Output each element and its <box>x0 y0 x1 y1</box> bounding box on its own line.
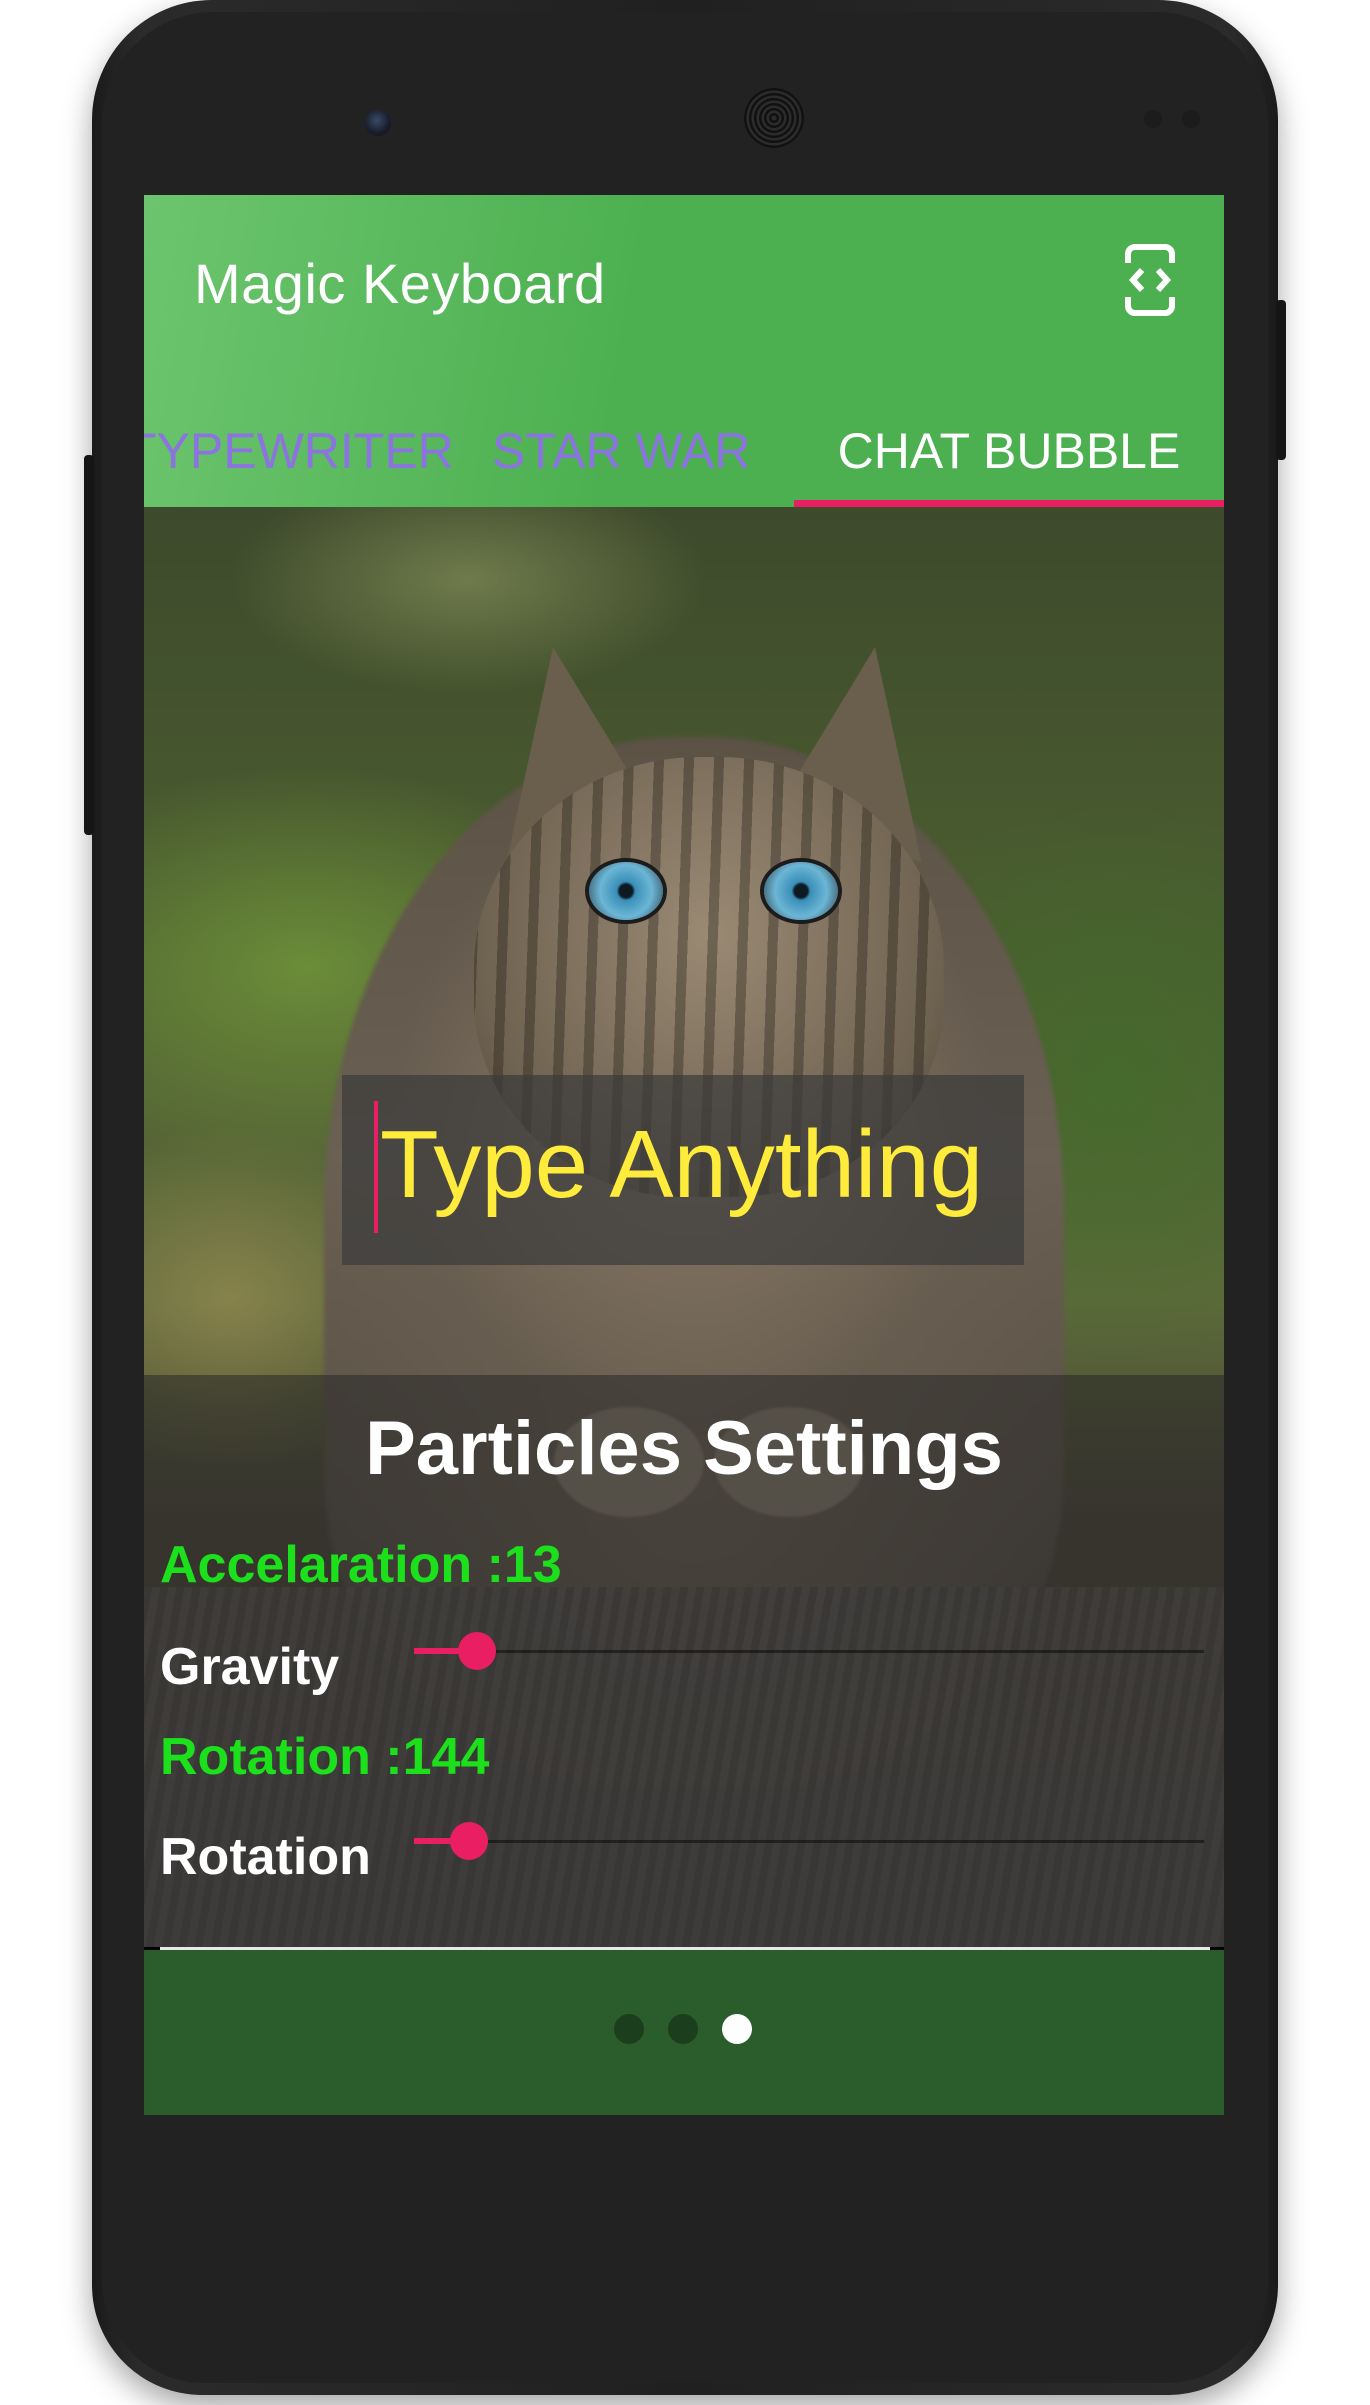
proximity-sensor <box>1144 110 1162 128</box>
particles-settings-panel: Particles Settings Accelaration :13 Grav… <box>144 1375 1224 1947</box>
code-view-icon[interactable] <box>1122 243 1178 317</box>
slider-track <box>414 1650 1204 1653</box>
gravity-slider[interactable] <box>414 1631 1204 1671</box>
tab-chat-bubble[interactable]: CHAT BUBBLE <box>794 395 1224 507</box>
front-camera <box>365 110 391 136</box>
acceleration-value: Accelaration :13 <box>160 1536 562 1594</box>
gravity-label: Gravity <box>160 1638 340 1696</box>
tab-star-war[interactable]: STAR WAR <box>492 395 750 507</box>
app-title: Magic Keyboard <box>194 252 606 315</box>
page-indicator-dot[interactable] <box>614 2014 644 2044</box>
tab-indicator <box>794 500 1224 507</box>
text-cursor <box>374 1101 378 1233</box>
volume-button <box>84 455 94 835</box>
power-button <box>1276 300 1286 460</box>
settings-title: Particles Settings <box>365 1406 1003 1491</box>
bottom-bar <box>144 1950 1224 2115</box>
slider-thumb[interactable] <box>458 1632 497 1670</box>
tab-bar: TYPEWRITER STAR WAR CHAT BUBBLE <box>144 395 1224 507</box>
type-input-box[interactable]: Type Anything <box>342 1075 1024 1265</box>
rotation-value: Rotation :144 <box>160 1728 490 1786</box>
slider-thumb[interactable] <box>450 1822 489 1860</box>
page-indicator-dot-active[interactable] <box>722 2014 752 2044</box>
page-indicator-dot[interactable] <box>668 2014 698 2044</box>
slider-track <box>414 1840 1204 1843</box>
phone-screen: Magic Keyboard TYPEWRITER STAR WAR CHAT … <box>144 195 1224 2115</box>
light-sensor <box>1182 110 1200 128</box>
kitten-eye <box>764 862 838 920</box>
tab-typewriter[interactable]: TYPEWRITER <box>144 395 454 507</box>
type-input-text[interactable]: Type Anything <box>380 1105 983 1225</box>
kitten-eye <box>589 862 663 920</box>
app-bar: Magic Keyboard TYPEWRITER STAR WAR CHAT … <box>144 195 1224 507</box>
earpiece-speaker <box>744 88 804 148</box>
rotation-slider[interactable] <box>414 1821 1204 1861</box>
rotation-label: Rotation <box>160 1828 371 1886</box>
